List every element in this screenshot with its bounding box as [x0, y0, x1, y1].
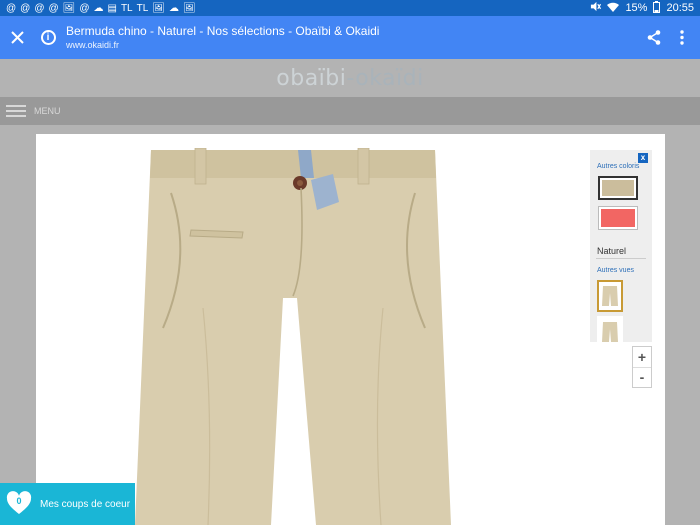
notification-icon: 🖼 — [62, 2, 76, 14]
menu-bar[interactable]: MENU — [0, 97, 700, 125]
status-right: 15% 20:55 — [590, 0, 694, 16]
notification-icon: 🖼 — [152, 2, 165, 14]
toolbar-text: Bermuda chino - Naturel - Nos sélections… — [66, 24, 379, 51]
swatch-fill — [602, 180, 634, 196]
close-icon — [10, 31, 24, 44]
notification-icon: @ — [6, 2, 17, 14]
view-thumbnail-back[interactable] — [597, 316, 623, 348]
favorites-button[interactable]: 0 Mes coups de coeur — [0, 483, 135, 525]
menu-label: MENU — [34, 106, 61, 116]
color-swatch-coral[interactable] — [598, 206, 638, 230]
browser-toolbar: i Bermuda chino - Naturel - Nos sélectio… — [0, 16, 700, 59]
share-icon — [647, 30, 661, 45]
info-icon: i — [40, 30, 56, 45]
logo-okaidi: okaïdi — [355, 65, 424, 91]
zoom-out-button[interactable]: - — [633, 366, 651, 388]
notification-icon: 🖼 — [182, 2, 196, 14]
logo-separator: - — [346, 65, 356, 91]
notification-icons: @ @ @ @ 🖼 @ ☁ ▤ TL TL 🖼 ☁ 🖼 — [6, 3, 196, 14]
other-views-label: Autres vues — [597, 267, 634, 274]
notification-icon: TL — [136, 2, 149, 14]
product-image-chino-shorts — [135, 148, 451, 525]
hamburger-icon — [6, 105, 26, 117]
shorts-thumbnail-icon — [602, 286, 618, 306]
swatch-fill — [601, 209, 635, 227]
shorts-thumbnail-icon — [602, 322, 618, 342]
more-vert-icon — [680, 30, 684, 45]
selected-color-name: Naturel — [597, 246, 627, 256]
status-bar: @ @ @ @ 🖼 @ ☁ ▤ TL TL 🖼 ☁ 🖼 15% 20:55 — [0, 0, 700, 16]
close-tab-button[interactable] — [2, 16, 32, 59]
favorites-count: 0 — [16, 496, 22, 506]
site-info-button[interactable]: i — [36, 26, 60, 50]
page-title: Bermuda chino - Naturel - Nos sélections… — [66, 24, 380, 38]
favorites-label: Mes coups de coeur — [40, 498, 131, 510]
heart-icon: 0 — [6, 491, 32, 517]
zoom-controls: + - — [632, 346, 652, 388]
logo-obaibi: obaïbi — [276, 65, 347, 91]
divider — [596, 258, 646, 259]
mute-icon — [590, 1, 602, 15]
clock: 20:55 — [666, 2, 694, 14]
notification-icon: @ — [20, 2, 31, 14]
product-zoom-modal: x Autres coloris Naturel Autres vues + - — [36, 134, 665, 525]
other-colors-label: Autres coloris — [597, 163, 640, 170]
battery-percent: 15% — [625, 2, 648, 14]
notification-icon: ☁ — [93, 2, 104, 14]
more-options-button[interactable] — [668, 24, 696, 52]
notification-icon: @ — [34, 2, 45, 14]
notification-icon: @ — [79, 2, 90, 14]
site-logo[interactable]: obaïbi-okaïdi — [276, 66, 423, 91]
view-thumbnail-front[interactable] — [597, 280, 623, 312]
color-swatch-naturel[interactable] — [598, 176, 638, 200]
notification-icon: ▤ — [107, 2, 117, 14]
wifi-icon — [607, 2, 620, 15]
notification-icon: @ — [48, 2, 59, 14]
zoom-in-button[interactable]: + — [633, 347, 651, 367]
close-panel-button[interactable]: x — [638, 153, 648, 163]
site-header: obaïbi-okaïdi — [0, 59, 700, 97]
share-button[interactable] — [640, 24, 668, 52]
notification-icon: TL — [120, 2, 133, 14]
product-side-panel: x Autres coloris Naturel Autres vues — [590, 150, 652, 348]
notification-icon: ☁ — [168, 2, 179, 14]
battery-icon — [653, 0, 661, 16]
page-url: www.okaidi.fr — [66, 40, 120, 50]
